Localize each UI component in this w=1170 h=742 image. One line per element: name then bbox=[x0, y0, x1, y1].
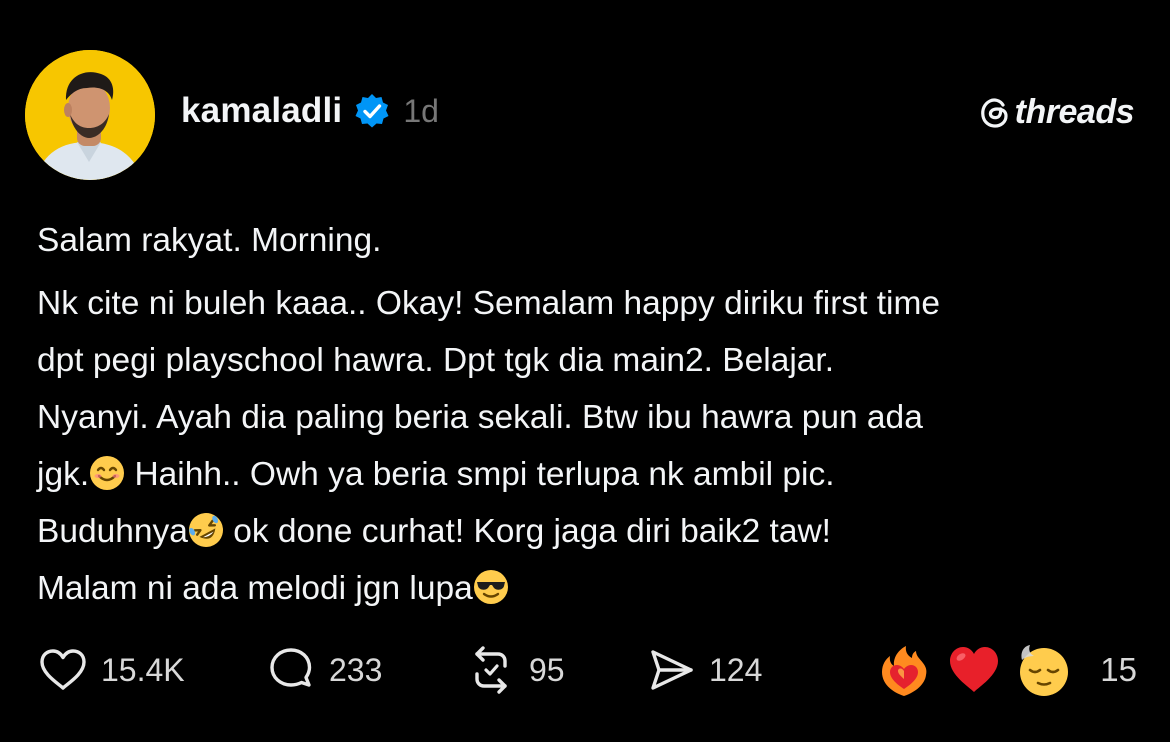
share-button[interactable]: 124 bbox=[645, 640, 762, 700]
heart-icon bbox=[40, 649, 86, 690]
post-text-segment: Malam ni ada melodi jgn lupa bbox=[37, 570, 473, 607]
post-greeting: Salam rakyat. Morning. bbox=[37, 222, 382, 259]
threads-post-card: kamaladli 1d threads Salam rakyat. Morni… bbox=[0, 0, 1170, 742]
sunglasses-face-icon bbox=[473, 566, 509, 604]
post-header: kamaladli 1d bbox=[181, 86, 439, 136]
like-button[interactable]: 15.4K bbox=[37, 640, 185, 700]
threads-brand: threads bbox=[978, 90, 1135, 134]
post-line: jgk. Haihh.. Owh ya beria smpi terlupa n… bbox=[37, 446, 1147, 503]
rolling-laughing-icon bbox=[188, 509, 224, 547]
post-line: dpt pegi playschool hawra. Dpt tgk dia m… bbox=[37, 342, 835, 379]
post-text-segment: Haihh.. Owh ya beria smpi terlupa nk amb… bbox=[125, 456, 835, 493]
repost-button[interactable]: 95 bbox=[465, 640, 565, 700]
like-count: 15.4K bbox=[101, 651, 185, 688]
avatar[interactable] bbox=[25, 50, 155, 180]
comment-count: 233 bbox=[329, 651, 383, 688]
comment-icon bbox=[270, 648, 312, 687]
post-line: Malam ni ada melodi jgn lupa bbox=[37, 560, 1147, 617]
reaction-count: 15 bbox=[1100, 651, 1137, 688]
send-icon bbox=[651, 650, 693, 690]
post-line: Nk cite ni buleh kaaa.. Okay! Semalam ha… bbox=[37, 285, 941, 322]
profile-photo-icon bbox=[25, 50, 155, 180]
share-count: 124 bbox=[709, 651, 763, 688]
post-body: Salam rakyat. Morning. Nk cite ni buleh … bbox=[37, 212, 1147, 617]
threads-icon bbox=[978, 95, 1012, 129]
post-line: Nyanyi. Ayah dia paling beria sekali. Bt… bbox=[37, 399, 923, 436]
post-time: 1d bbox=[403, 92, 439, 129]
post-text: Nk cite ni buleh kaaa.. Okay! Semalam ha… bbox=[37, 275, 1147, 617]
heart-on-fire-icon bbox=[876, 642, 932, 698]
smiling-face-icon bbox=[89, 452, 125, 490]
red-heart-icon bbox=[946, 642, 1002, 698]
action-bar: 15.4K 233 95 124 15 bbox=[37, 640, 1137, 700]
username[interactable]: kamaladli bbox=[181, 91, 342, 131]
threads-wordmark: threads bbox=[1014, 92, 1135, 131]
reactions-summary[interactable]: 15 bbox=[862, 640, 1137, 700]
post-text-segment: Buduhnya bbox=[37, 513, 188, 550]
post-line: Buduhnya ok done curhat! Korg jaga diri … bbox=[37, 503, 1147, 560]
repost-icon bbox=[475, 646, 507, 694]
post-text-segment: ok done curhat! Korg jaga diri baik2 taw… bbox=[223, 513, 831, 550]
comment-button[interactable]: 233 bbox=[265, 640, 382, 700]
repost-count: 95 bbox=[529, 651, 565, 688]
relieved-face-icon bbox=[1016, 642, 1072, 698]
verified-badge-icon bbox=[354, 93, 390, 129]
post-text-segment: jgk. bbox=[37, 456, 90, 493]
